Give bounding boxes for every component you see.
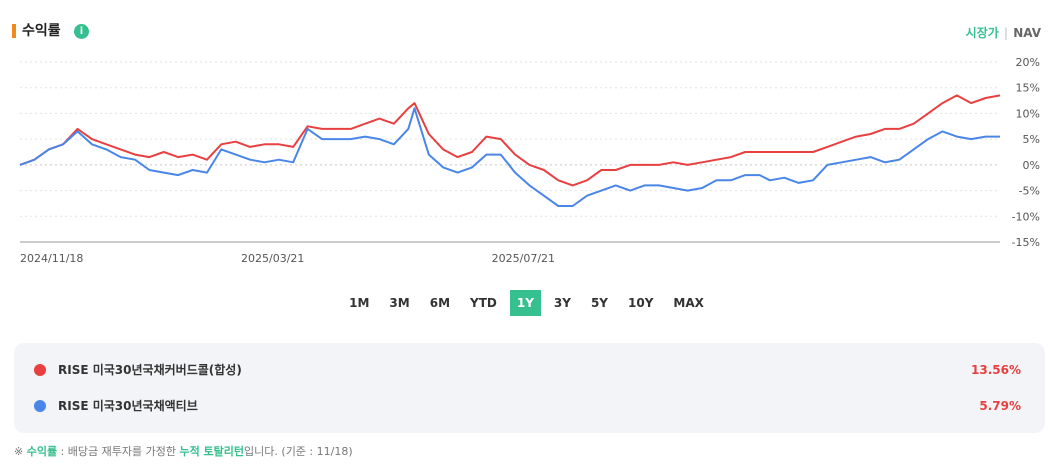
legend-value: 5.79% xyxy=(979,399,1021,413)
y-tick-label: 0% xyxy=(1023,159,1040,172)
y-tick-label: -5% xyxy=(1019,185,1040,198)
footnote-term: 수익률 xyxy=(26,445,58,458)
footnote-suffix: 입니다. (기준 : 11/18) xyxy=(244,445,353,458)
info-icon[interactable]: i xyxy=(74,24,89,39)
toggle-nav[interactable]: NAV xyxy=(1013,26,1041,40)
period-button-ytd[interactable]: YTD xyxy=(463,290,504,316)
x-tick-label: 2025/07/21 xyxy=(492,252,555,265)
title-marker xyxy=(12,24,16,38)
x-tick-label: 2025/03/21 xyxy=(241,252,304,265)
toggle-divider: | xyxy=(1003,26,1009,40)
y-tick-label: 10% xyxy=(1016,107,1040,120)
return-line-chart: 20% 15% 10% 5% 0% -5% -10% -15% 2024/11/18 2025/… xyxy=(19,56,1040,265)
series-line-covered-call xyxy=(19,94,1001,187)
y-tick-label: -10% xyxy=(1012,210,1040,223)
footnote: ※ 수익률 : 배당금 재투자를 가정한 누적 토탈리턴입니다. (기준 : 1… xyxy=(14,444,353,460)
y-tick-label: 20% xyxy=(1016,56,1040,69)
legend-dot-red xyxy=(34,364,46,376)
toggle-market-price[interactable]: 시장가 xyxy=(966,26,999,40)
legend-row-active: RISE 미국30년국채액티브 5.79% xyxy=(14,393,1045,419)
period-button-1m[interactable]: 1M xyxy=(342,290,376,316)
legend-name: RISE 미국30년국채액티브 xyxy=(58,399,198,413)
legend-row-covered-call: RISE 미국30년국채커버드콜(합성) 13.56% xyxy=(14,357,1045,383)
footnote-prefix: ※ xyxy=(14,445,27,458)
y-tick-label: 5% xyxy=(1023,133,1040,146)
period-button-3m[interactable]: 3M xyxy=(382,290,416,316)
price-type-toggle: 시장가 | NAV xyxy=(966,24,1041,42)
period-button-6m[interactable]: 6M xyxy=(423,290,457,316)
period-button-5y[interactable]: 5Y xyxy=(584,290,615,316)
footnote-middle: : 배당금 재투자를 가정한 xyxy=(57,445,180,458)
period-button-max[interactable]: MAX xyxy=(666,290,710,316)
footnote-term2: 누적 토탈리턴 xyxy=(179,445,245,458)
legend-panel: RISE 미국30년국채커버드콜(합성) 13.56% RISE 미국30년국채… xyxy=(14,343,1045,433)
period-button-1y[interactable]: 1Y xyxy=(509,290,541,316)
y-tick-label: -15% xyxy=(1012,236,1040,249)
legend-dot-blue xyxy=(34,400,46,412)
period-button-3y[interactable]: 3Y xyxy=(547,290,578,316)
period-selector: 1M 3M 6M YTD 1Y 3Y 5Y 10Y MAX xyxy=(0,290,1053,316)
y-tick-label: 15% xyxy=(1016,82,1040,95)
legend-name: RISE 미국30년국채커버드콜(합성) xyxy=(58,363,242,377)
legend-value: 13.56% xyxy=(971,363,1021,377)
chart-header: 수익률 i 시장가 | NAV xyxy=(12,20,1041,46)
chart-title: 수익률 xyxy=(22,23,61,39)
series-line-active xyxy=(19,107,1000,207)
period-button-10y[interactable]: 10Y xyxy=(621,290,660,316)
x-tick-label: 2024/11/18 xyxy=(20,252,83,265)
